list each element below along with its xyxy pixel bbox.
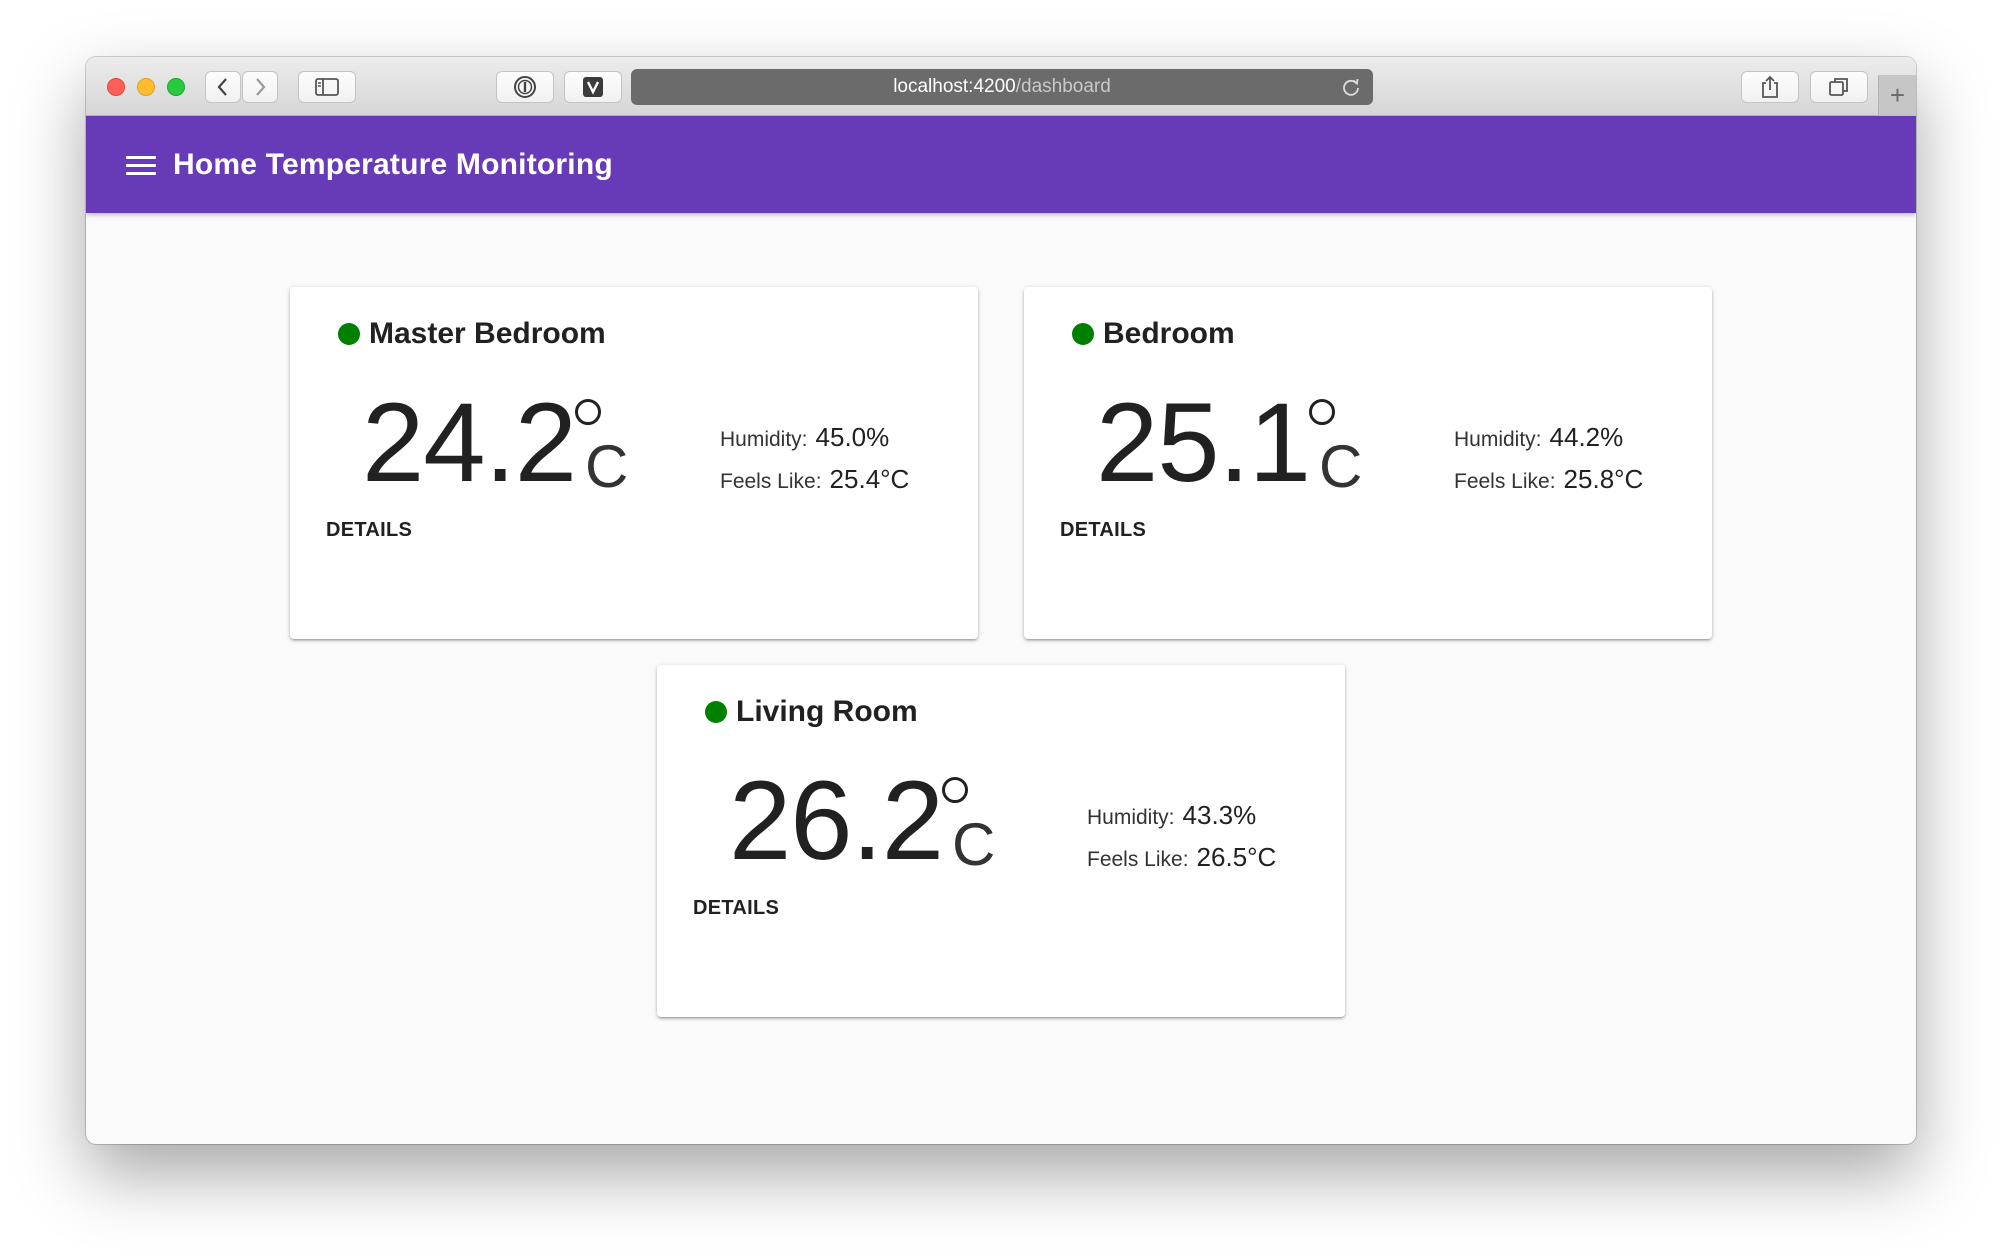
feels-like-value: 26.5°C xyxy=(1196,842,1277,872)
degree-icon xyxy=(1309,399,1335,425)
humidity-value: 44.2% xyxy=(1549,422,1624,452)
room-name: Living Room xyxy=(736,695,918,728)
temperature-unit: C xyxy=(1319,433,1363,500)
card-title: Master Bedroom xyxy=(338,317,606,351)
address-bar[interactable]: localhost:4200/dashboard xyxy=(631,69,1373,105)
humidity-label: Humidity: xyxy=(720,428,808,451)
room-name: Master Bedroom xyxy=(369,317,606,350)
feels-like-row: Feels Like: 25.8°C xyxy=(1454,464,1643,495)
temperature-value: 25.1 xyxy=(1096,380,1311,505)
status-dot-icon xyxy=(705,701,727,723)
temperature-value: 26.2 xyxy=(729,758,944,883)
room-stats: Humidity: 45.0% Feels Like: 25.4°C xyxy=(720,422,909,506)
share-icon xyxy=(1762,75,1778,98)
room-card-living-room: Living Room 26.2 C Humidity: 43.3% Feels… xyxy=(657,665,1345,1017)
room-stats: Humidity: 44.2% Feels Like: 25.8°C xyxy=(1454,422,1643,506)
room-name: Bedroom xyxy=(1103,317,1235,350)
feels-like-value: 25.8°C xyxy=(1563,464,1644,494)
room-stats: Humidity: 43.3% Feels Like: 26.5°C xyxy=(1087,800,1276,884)
humidity-value: 45.0% xyxy=(815,422,890,452)
app-toolbar: Home Temperature Monitoring xyxy=(86,116,1916,213)
humidity-row: Humidity: 45.0% xyxy=(720,422,909,453)
reload-icon[interactable] xyxy=(1341,77,1361,97)
browser-window: localhost:4200/dashboard + Home Temperat… xyxy=(86,57,1916,1144)
share-button[interactable] xyxy=(1741,71,1799,103)
feels-like-row: Feels Like: 26.5°C xyxy=(1087,842,1276,873)
feels-like-label: Feels Like: xyxy=(1087,848,1189,871)
humidity-label: Humidity: xyxy=(1087,806,1175,829)
temperature-value: 24.2 xyxy=(362,380,577,505)
vue-devtools-button[interactable] xyxy=(564,71,622,103)
back-button[interactable] xyxy=(205,71,241,103)
new-tab-button[interactable]: + xyxy=(1878,75,1916,116)
degree-icon xyxy=(942,777,968,803)
status-dot-icon xyxy=(338,323,360,345)
app-title: Home Temperature Monitoring xyxy=(173,147,613,181)
chevron-right-icon xyxy=(256,78,266,96)
feels-like-label: Feels Like: xyxy=(720,470,822,493)
minimize-window-button[interactable] xyxy=(137,78,155,96)
temperature-unit: C xyxy=(952,811,996,878)
url-host: localhost:4200 xyxy=(893,76,1016,97)
humidity-label: Humidity: xyxy=(1454,428,1542,451)
humidity-row: Humidity: 43.3% xyxy=(1087,800,1276,831)
browser-titlebar: localhost:4200/dashboard + xyxy=(86,57,1916,116)
details-button[interactable]: DETAILS xyxy=(312,509,426,552)
details-button[interactable]: DETAILS xyxy=(679,887,793,930)
humidity-row: Humidity: 44.2% xyxy=(1454,422,1643,453)
close-window-button[interactable] xyxy=(107,78,125,96)
url-path: /dashboard xyxy=(1015,76,1111,97)
zoom-window-button[interactable] xyxy=(167,78,185,96)
menu-icon[interactable] xyxy=(126,154,156,176)
feels-like-label: Feels Like: xyxy=(1454,470,1556,493)
vue-extension-icon xyxy=(583,77,603,97)
temperature-unit: C xyxy=(585,433,629,500)
details-button[interactable]: DETAILS xyxy=(1046,509,1160,552)
password-manager-button[interactable] xyxy=(496,71,554,103)
card-title: Living Room xyxy=(705,695,918,729)
feels-like-row: Feels Like: 25.4°C xyxy=(720,464,909,495)
room-card-bedroom: Bedroom 25.1 C Humidity: 44.2% Feels Lik… xyxy=(1024,287,1712,639)
forward-button[interactable] xyxy=(242,71,278,103)
tabs-icon xyxy=(1829,78,1848,96)
sidebar-toggle-button[interactable] xyxy=(298,71,356,103)
sidebar-icon xyxy=(315,78,339,96)
card-title: Bedroom xyxy=(1072,317,1235,351)
chevron-left-icon xyxy=(217,78,227,96)
room-card-master-bedroom: Master Bedroom 24.2 C Humidity: 45.0% Fe… xyxy=(290,287,978,639)
degree-icon xyxy=(575,399,601,425)
status-dot-icon xyxy=(1072,323,1094,345)
password-manager-icon xyxy=(514,76,536,98)
tabs-overview-button[interactable] xyxy=(1810,71,1868,103)
feels-like-value: 25.4°C xyxy=(829,464,910,494)
humidity-value: 43.3% xyxy=(1182,800,1257,830)
